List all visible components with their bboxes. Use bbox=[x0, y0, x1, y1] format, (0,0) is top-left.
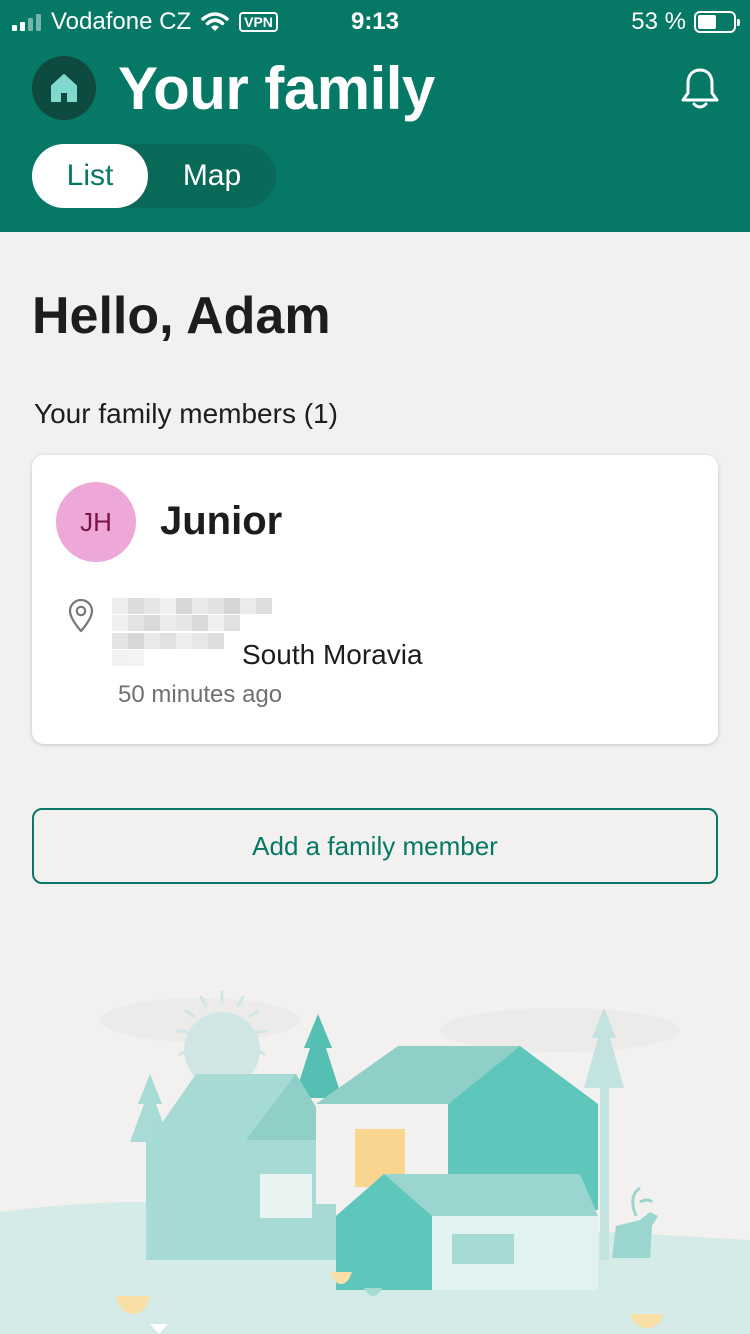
last-seen-time: 50 minutes ago bbox=[118, 681, 283, 708]
page-title: Your family bbox=[118, 55, 435, 122]
redacted-address-line bbox=[112, 633, 224, 649]
battery-level bbox=[698, 15, 716, 29]
redacted-address-line bbox=[112, 650, 144, 666]
house-shape bbox=[336, 1174, 598, 1290]
tab-list[interactable]: List bbox=[32, 144, 148, 208]
house-shape bbox=[150, 1074, 336, 1260]
tab-map[interactable]: Map bbox=[148, 144, 276, 208]
battery-percent: 53 % bbox=[631, 8, 686, 35]
redacted-address-line bbox=[112, 598, 272, 614]
view-switcher: List Map bbox=[32, 144, 276, 208]
status-bar: Vodafone CZ VPN 9:13 53 % bbox=[0, 0, 750, 40]
member-card[interactable]: JH Junior South Moravia 50 minutes ago bbox=[32, 455, 718, 744]
home-button[interactable] bbox=[32, 56, 96, 120]
members-heading: Your family members (1) bbox=[34, 398, 338, 429]
greeting: Hello, Adam bbox=[32, 287, 331, 345]
member-name: Junior bbox=[160, 499, 283, 543]
cloud-shape bbox=[440, 1008, 680, 1052]
bell-icon[interactable] bbox=[678, 66, 722, 112]
app-header: Vodafone CZ VPN 9:13 53 % Your family Li… bbox=[0, 0, 750, 232]
add-family-member-button[interactable]: Add a family member bbox=[32, 808, 718, 884]
battery-icon bbox=[694, 11, 740, 33]
redacted-address-line bbox=[112, 615, 240, 631]
avatar: JH bbox=[56, 482, 136, 562]
location-pin-icon bbox=[68, 599, 94, 633]
home-icon bbox=[51, 74, 77, 102]
family-village-illustration bbox=[0, 990, 750, 1334]
member-location: South Moravia bbox=[242, 639, 423, 670]
